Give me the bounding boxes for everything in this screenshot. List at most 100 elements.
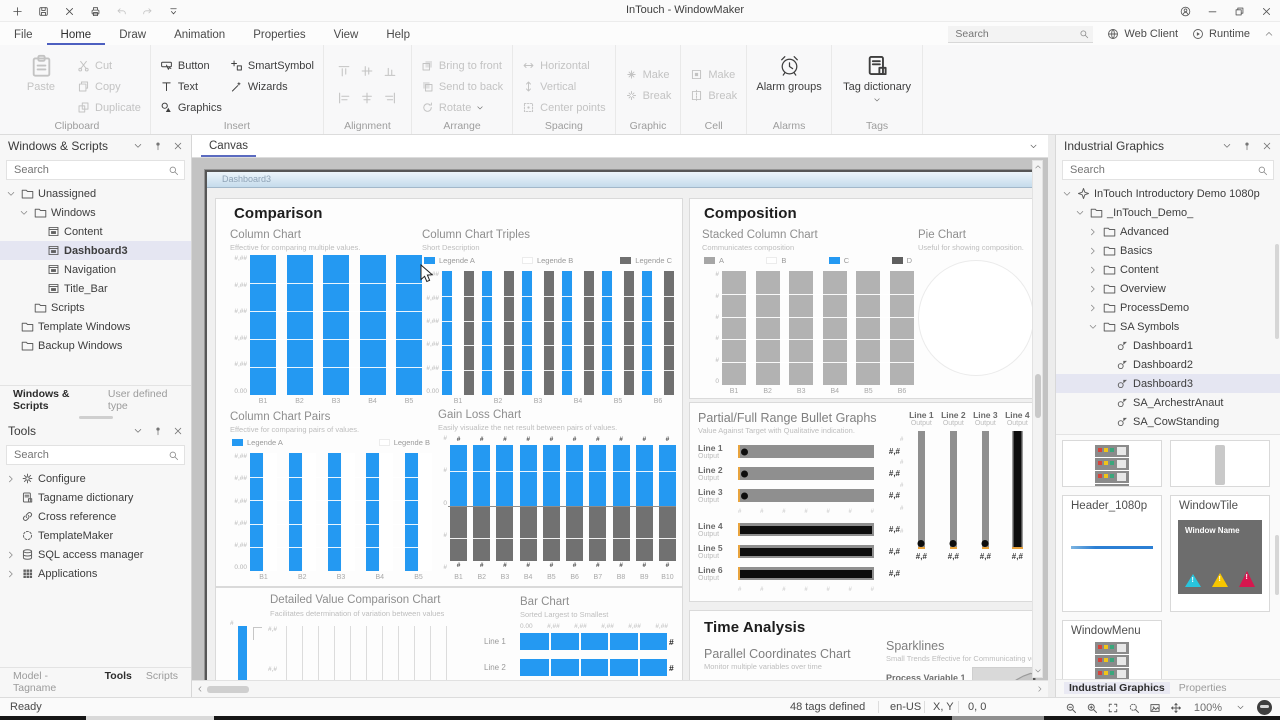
tree-item-cross-reference[interactable]: Cross reference	[0, 507, 191, 526]
chevron-down-icon[interactable]	[19, 207, 34, 218]
collapse-ribbon-icon[interactable]	[1264, 29, 1274, 39]
panel-collapse-icon[interactable]	[133, 426, 143, 436]
tree-item-sa-archestranaut[interactable]: SA_ArchestrAnaut	[1056, 393, 1280, 412]
dock-splitter[interactable]	[1048, 135, 1056, 697]
tree-item-configure[interactable]: Configure	[0, 469, 191, 488]
chevron-right-icon[interactable]	[1088, 283, 1103, 294]
tools-search-input[interactable]	[7, 446, 184, 464]
cell-make-button[interactable]: Make	[690, 64, 737, 85]
tree-item-content[interactable]: Content	[0, 222, 191, 241]
ribbon-search-input[interactable]	[948, 26, 1093, 42]
canvas-area[interactable]: Dashboard3 Comparison Column ChartEffect…	[192, 158, 1048, 680]
tree-item-scripts[interactable]: Scripts	[0, 298, 191, 317]
customize-toolbar-icon[interactable]	[168, 6, 179, 17]
copy-button[interactable]: Copy	[77, 76, 141, 97]
scroll-right-icon[interactable]	[1036, 685, 1044, 693]
symbol-thumbnail-windowmenu[interactable]: WindowMenu	[1062, 620, 1162, 681]
scroll-up-icon[interactable]	[1034, 163, 1042, 171]
duplicate-button[interactable]: Duplicate	[77, 97, 141, 118]
cut-button[interactable]: Cut	[77, 55, 141, 76]
panel-close-icon[interactable]	[1262, 141, 1272, 151]
print-icon[interactable]	[90, 6, 101, 17]
tree-item-dashboard1[interactable]: Dashboard1	[1056, 336, 1280, 355]
canvas-vertical-scrollbar[interactable]	[1032, 160, 1043, 678]
graphic-break-button[interactable]: Break	[625, 85, 672, 106]
save-icon[interactable]	[38, 6, 49, 17]
symbol-thumbnail-partial[interactable]	[1062, 440, 1162, 487]
design-window-dashboard3[interactable]: Dashboard3 Comparison Column ChartEffect…	[205, 170, 1035, 680]
restore-icon[interactable]	[1234, 6, 1245, 17]
windows-scripts-search-input[interactable]	[7, 161, 184, 179]
tree-item-advanced[interactable]: Advanced	[1056, 222, 1280, 241]
scroll-down-icon[interactable]	[1034, 667, 1042, 675]
pin-icon[interactable]	[153, 141, 163, 151]
panel-close-icon[interactable]	[173, 141, 183, 151]
pin-icon[interactable]	[153, 426, 163, 436]
chevron-down-icon[interactable]	[1075, 207, 1090, 218]
symbol-thumbnail-windowtile[interactable]: WindowTile Window Name ! ! !	[1170, 495, 1270, 612]
symbol-thumbnail-header-1080p[interactable]: Header_1080p	[1062, 495, 1162, 612]
align-middle-icon[interactable]	[360, 64, 374, 78]
tab-view[interactable]: View	[320, 25, 373, 45]
tab-tools[interactable]: Tools	[100, 670, 137, 694]
tree-item-windows[interactable]: Windows	[0, 203, 191, 222]
tree-item-processdemo[interactable]: ProcessDemo	[1056, 298, 1280, 317]
tree-item-sql-access-manager[interactable]: SQL access manager	[0, 545, 191, 564]
fit-to-screen-icon[interactable]	[1107, 702, 1119, 714]
tree-item-navigation[interactable]: Navigation	[0, 260, 191, 279]
chevron-right-icon[interactable]	[6, 568, 21, 579]
panel-collapse-icon[interactable]	[1222, 141, 1232, 151]
tree-item-content[interactable]: Content	[1056, 260, 1280, 279]
center-points-button[interactable]: Center points	[522, 97, 605, 118]
doc-tab-list-icon[interactable]	[1029, 142, 1038, 151]
chevron-right-icon[interactable]	[6, 473, 21, 484]
tree-item-applications[interactable]: Applications	[0, 564, 191, 583]
tab-windows-scripts[interactable]: Windows & Scripts	[8, 388, 99, 412]
insert-text-button[interactable]: Text	[160, 76, 222, 97]
align-right-icon[interactable]	[383, 91, 397, 105]
tab-properties[interactable]: Properties	[239, 25, 319, 45]
close-window-icon[interactable]	[64, 6, 75, 17]
cell-break-button[interactable]: Break	[690, 85, 737, 106]
align-left-icon[interactable]	[337, 91, 351, 105]
undo-icon[interactable]	[116, 6, 127, 17]
paste-button[interactable]: Paste	[13, 50, 69, 118]
tab-canvas[interactable]: Canvas	[201, 138, 256, 157]
canvas-horizontal-scrollbar[interactable]	[192, 680, 1048, 697]
spacing-horizontal-button[interactable]: Horizontal	[522, 55, 605, 76]
tab-animation[interactable]: Animation	[160, 25, 239, 45]
tree-item-backup-windows[interactable]: Backup Windows	[0, 336, 191, 355]
tree-item-title-bar[interactable]: Title_Bar	[0, 279, 191, 298]
tree-item-unassigned[interactable]: Unassigned	[0, 184, 191, 203]
tree-item-overview[interactable]: Overview	[1056, 279, 1280, 298]
assistant-icon[interactable]	[1257, 700, 1272, 715]
chevron-down-icon[interactable]	[6, 188, 21, 199]
zoom-level-select[interactable]: 100%	[1191, 701, 1248, 715]
industrial-graphics-search-input[interactable]	[1063, 161, 1273, 179]
tag-dictionary-button[interactable]: Tag dictionary	[841, 50, 913, 104]
alarm-groups-button[interactable]: Alarm groups	[756, 50, 822, 93]
tab-file[interactable]: File	[0, 25, 47, 45]
tree-item-tagname-dictionary[interactable]: Tagname dictionary	[0, 488, 191, 507]
align-bottom-icon[interactable]	[383, 64, 397, 78]
panel-close-icon[interactable]	[173, 426, 183, 436]
bring-to-front-button[interactable]: Bring to front	[421, 55, 503, 76]
zoom-region-icon[interactable]	[1128, 702, 1140, 714]
spacing-vertical-button[interactable]: Vertical	[522, 76, 605, 97]
tree-item-basics[interactable]: Basics	[1056, 241, 1280, 260]
tree-item-intouch-introductory-demo-1080p[interactable]: InTouch Introductory Demo 1080p	[1056, 184, 1280, 203]
tab-draw[interactable]: Draw	[105, 25, 160, 45]
tree-item-templatemaker[interactable]: TemplateMaker	[0, 526, 191, 545]
redo-icon[interactable]	[142, 6, 153, 17]
insert-graphics-button[interactable]: Graphics	[160, 97, 222, 118]
tree-item-sa-cowstanding[interactable]: SA_CowStanding	[1056, 412, 1280, 431]
align-center-icon[interactable]	[360, 91, 374, 105]
scrollbar-thumb[interactable]	[1275, 535, 1279, 595]
design-window-titlebar[interactable]: Dashboard3	[207, 172, 1033, 188]
tree-item-dashboard3[interactable]: Dashboard3	[0, 241, 191, 260]
minimize-icon[interactable]	[1207, 6, 1218, 17]
tab-model-tagname[interactable]: Model - Tagname	[8, 670, 96, 694]
rotate-button[interactable]: Rotate	[421, 97, 503, 118]
chevron-right-icon[interactable]	[1088, 226, 1103, 237]
chevron-down-icon[interactable]	[1062, 188, 1077, 199]
